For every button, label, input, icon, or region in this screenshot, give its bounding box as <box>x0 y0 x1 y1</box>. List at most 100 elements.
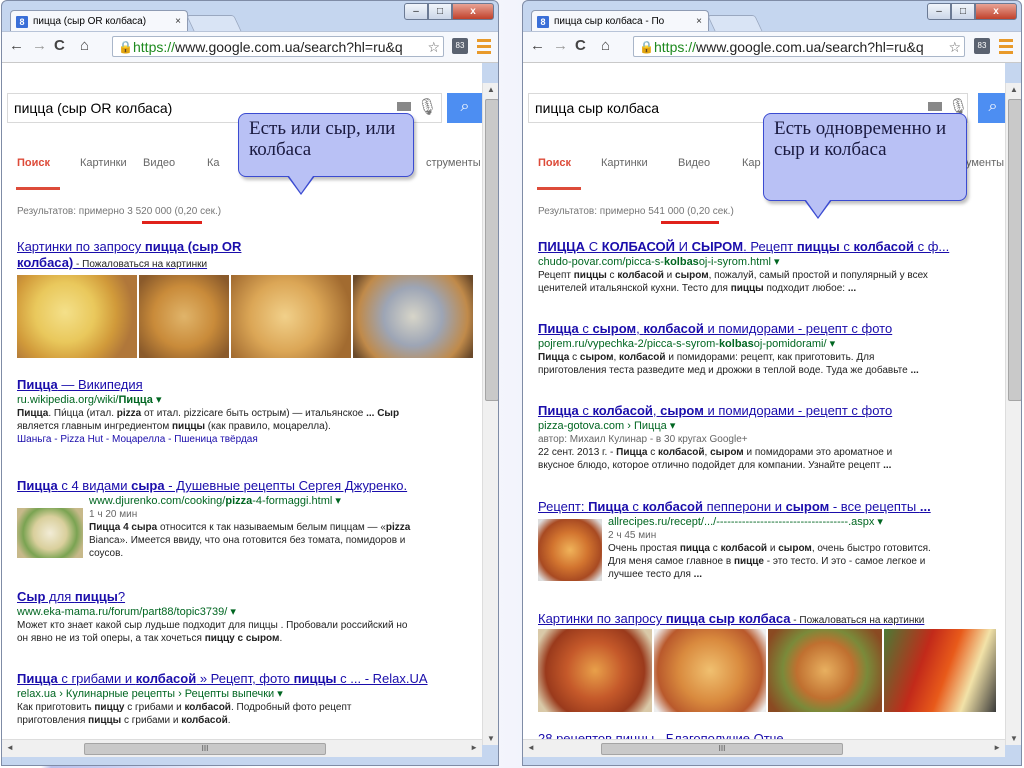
maximize-button[interactable]: □ <box>951 3 975 20</box>
result-thumbnail[interactable] <box>17 508 83 558</box>
keyboard-icon[interactable] <box>397 102 411 111</box>
tab-video[interactable]: Видео <box>678 157 710 169</box>
horizontal-scrollbar[interactable]: ◄ III ► <box>2 739 482 757</box>
vertical-scrollbar[interactable]: ▲ ▼ <box>482 83 498 745</box>
active-tab-underline <box>16 187 60 190</box>
title-bar: 8 пицца (сыр OR колбаса) × – □ x <box>2 1 498 32</box>
browser-tab[interactable]: 8 пицца сыр колбаса - По × <box>531 10 709 32</box>
extension-icon[interactable]: 83 <box>452 38 468 54</box>
result-title-link[interactable]: Пицца с сыром, колбасой и помидорами - р… <box>538 321 998 337</box>
result-title-link[interactable]: 28 рецептов пиццы - Благополучие Отче <box>538 731 998 739</box>
search-result: Рецепт: Пицца с колбасой пепперони и сыр… <box>538 499 998 581</box>
bookmark-star-icon[interactable]: ☆ <box>427 37 440 56</box>
pizza-thumbnail[interactable] <box>538 629 652 712</box>
active-tab-underline <box>537 187 581 190</box>
image-results-link[interactable]: Картинки по запросу пицца сыр колбаса - … <box>538 611 998 629</box>
scroll-thumb[interactable] <box>1008 99 1021 401</box>
title-bar: 8 пицца сыр колбаса - По × – □ x <box>523 1 1021 32</box>
tab-tools[interactable]: струменты <box>426 157 481 169</box>
page-content: пицца сыр колбаса 🎙 ⌕ Поиск Картинки Вид… <box>523 63 1005 739</box>
result-url: chudo-povar.com/picca-s-kolbasoj-i-syrom… <box>538 256 780 268</box>
reload-icon[interactable]: C <box>575 37 586 55</box>
horizontal-scroll-thumb[interactable]: III <box>601 743 843 755</box>
toolbar: ← → C ⌂ 🔒 https://www.google.com.ua/sear… <box>2 31 498 63</box>
result-title-link[interactable]: Рецепт: Пицца с колбасой пепперони и сыр… <box>538 499 998 515</box>
back-arrow-icon[interactable]: ← <box>530 37 545 55</box>
pizza-thumbnail[interactable] <box>768 629 882 712</box>
close-tab-icon[interactable]: × <box>696 11 702 32</box>
tab-search[interactable]: Поиск <box>17 157 50 169</box>
search-button[interactable]: ⌕ <box>978 93 1005 123</box>
horizontal-scroll-thumb[interactable]: III <box>84 743 326 755</box>
search-result: Пицца с грибами и колбасой » Рецепт, фот… <box>17 671 479 727</box>
tab-more[interactable]: Ка <box>207 157 220 169</box>
image-results-link[interactable]: Картинки по запросу пицца (сыр OR колбаса… <box>17 239 457 273</box>
pizza-thumbnail[interactable] <box>231 275 351 358</box>
keyboard-icon[interactable] <box>928 102 942 111</box>
result-stats: Результатов: примерно 541 000 (0,20 сек.… <box>538 206 734 217</box>
tab-more[interactable]: Кар <box>742 157 761 169</box>
result-thumbnail[interactable] <box>538 519 602 581</box>
image-results-header: Картинки по запросу пицца сыр колбаса - … <box>538 611 998 629</box>
home-icon[interactable]: ⌂ <box>80 37 89 55</box>
browser-tab[interactable]: 8 пицца (сыр OR колбаса) × <box>10 10 188 32</box>
bookmark-star-icon[interactable]: ☆ <box>948 37 961 56</box>
search-result: ПИЦЦА С КОЛБАСОЙ И СЫРОМ. Рецепт пиццы с… <box>538 239 998 295</box>
result-title-link[interactable]: Пицца с 4 видами сыра - Душевные рецепты… <box>17 478 477 494</box>
image-results-header: Картинки по запросу пицца (сыр OR колбаса… <box>17 239 457 273</box>
search-result: Пицца — Википедия ru.wikipedia.org/wiki/… <box>17 377 477 446</box>
result-title-link[interactable]: Пицца с грибами и колбасой » Рецепт, фот… <box>17 671 479 687</box>
menu-icon[interactable] <box>999 36 1013 56</box>
pizza-thumbnail[interactable] <box>353 275 473 358</box>
result-stats: Результатов: примерно 3 520 000 (0,20 се… <box>17 206 222 217</box>
image-thumbnails <box>538 629 996 712</box>
tab-video[interactable]: Видео <box>143 157 175 169</box>
home-icon[interactable]: ⌂ <box>601 37 610 55</box>
vertical-scrollbar[interactable]: ▲ ▼ <box>1005 83 1021 745</box>
window-controls: – □ x <box>404 3 494 20</box>
result-url: relax.ua › Кулинарные рецепты › Рецепты … <box>17 688 283 700</box>
pizza-thumbnail[interactable] <box>654 629 766 712</box>
search-button[interactable]: ⌕ <box>447 93 482 123</box>
result-title-link[interactable]: Пицца с колбасой, сыром и помидорами - р… <box>538 403 998 419</box>
tab-search[interactable]: Поиск <box>538 157 571 169</box>
forward-arrow-icon[interactable]: → <box>553 37 568 55</box>
tab-title: пицца сыр колбаса - По <box>554 16 665 27</box>
result-title-link[interactable]: Пицца — Википедия <box>17 377 477 393</box>
close-window-button[interactable]: x <box>452 3 494 20</box>
horizontal-scrollbar[interactable]: ◄ III ► <box>523 739 1005 757</box>
forward-arrow-icon[interactable]: → <box>32 37 47 55</box>
menu-icon[interactable] <box>477 36 491 56</box>
sitelinks[interactable]: Шаньга - Pizza Hut - Моцарелла - Пшеница… <box>17 434 258 445</box>
minimize-button[interactable]: – <box>927 3 951 20</box>
result-title-link[interactable]: ПИЦЦА С КОЛБАСОЙ И СЫРОМ. Рецепт пиццы с… <box>538 239 998 255</box>
new-tab-button[interactable] <box>186 15 242 32</box>
new-tab-button[interactable] <box>707 15 763 32</box>
close-window-button[interactable]: x <box>975 3 1017 20</box>
browser-window-right: 8 пицца сыр колбаса - По × – □ x ← → C ⌂… <box>522 0 1022 766</box>
address-bar[interactable]: 🔒 https://www.google.com.ua/search?hl=ru… <box>633 36 965 57</box>
result-url: www.djurenko.com/cooking/pizza-4-formagg… <box>89 495 341 507</box>
stats-red-underline <box>142 221 202 224</box>
annotation-callout: Есть или сыр, или колбаса <box>238 113 414 195</box>
stats-red-underline <box>661 221 719 224</box>
tab-images[interactable]: Картинки <box>80 157 127 169</box>
address-bar[interactable]: 🔒 https://www.google.com.ua/search?hl=ru… <box>112 36 444 57</box>
reload-icon[interactable]: C <box>54 37 65 55</box>
maximize-button[interactable]: □ <box>428 3 452 20</box>
minimize-button[interactable]: – <box>404 3 428 20</box>
scroll-thumb[interactable] <box>485 99 498 401</box>
tab-title: пицца (сыр OR колбаса) <box>33 16 147 27</box>
window-controls: – □ x <box>927 3 1017 20</box>
pizza-thumbnail[interactable] <box>17 275 137 358</box>
back-arrow-icon[interactable]: ← <box>9 37 24 55</box>
microphone-icon[interactable]: 🎙 <box>417 97 437 117</box>
result-title-link[interactable]: Сыр для пиццы? <box>17 589 477 605</box>
pizza-thumbnail[interactable] <box>884 629 996 712</box>
search-result: Сыр для пиццы? www.eka-mama.ru/forum/par… <box>17 589 477 645</box>
browser-window-left: 8 пицца (сыр OR колбаса) × – □ x ← → C ⌂… <box>1 0 499 766</box>
pizza-thumbnail[interactable] <box>139 275 229 358</box>
extension-icon[interactable]: 83 <box>974 38 990 54</box>
close-tab-icon[interactable]: × <box>175 11 181 32</box>
tab-images[interactable]: Картинки <box>601 157 648 169</box>
